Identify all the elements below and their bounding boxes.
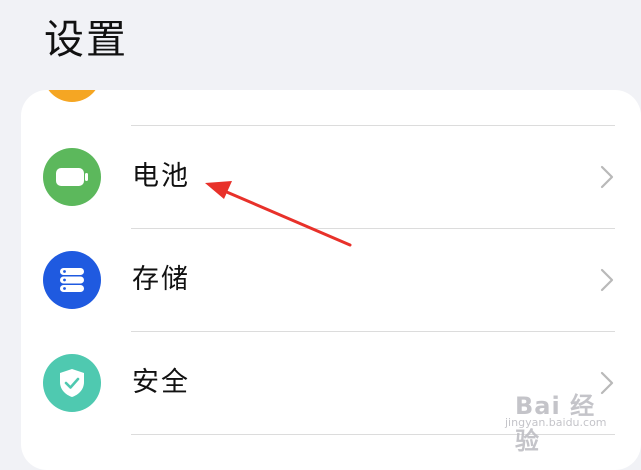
settings-item-label: 存储 <box>132 264 190 295</box>
settings-item-label: 安全 <box>132 367 190 398</box>
chevron-right-icon <box>600 371 614 395</box>
settings-item-label: 电池 <box>132 161 190 192</box>
settings-item-security[interactable]: 安全 <box>21 332 641 434</box>
battery-icon <box>43 148 101 206</box>
shield-check-icon <box>43 354 101 412</box>
chevron-right-icon <box>600 165 614 189</box>
chevron-right-icon <box>600 268 614 292</box>
divider <box>131 434 615 435</box>
storage-icon <box>43 251 101 309</box>
settings-item-battery[interactable]: 电池 <box>21 126 641 228</box>
settings-item-storage[interactable]: 存储 <box>21 229 641 331</box>
settings-card: 电池 存储 安全 <box>21 90 641 470</box>
page-title: 设置 <box>44 17 128 63</box>
partial-item-icon <box>43 90 101 102</box>
